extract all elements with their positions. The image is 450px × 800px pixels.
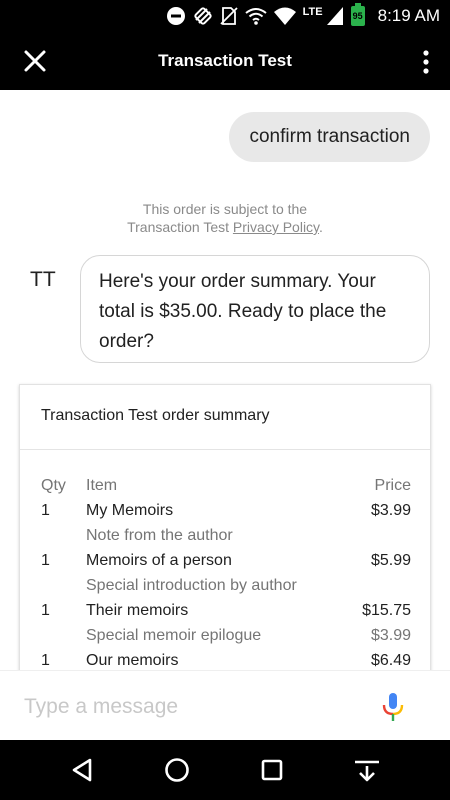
row-qty: 1 bbox=[41, 652, 50, 669]
disclaimer-suffix: . bbox=[319, 219, 323, 235]
signal-icon bbox=[326, 7, 343, 25]
price-column-header: Price bbox=[374, 477, 411, 494]
order-table: Qty Item Price 1 My Memoirs $3.99 Note f… bbox=[20, 473, 432, 670]
privacy-policy-link[interactable]: Privacy Policy bbox=[233, 219, 319, 235]
home-icon[interactable] bbox=[162, 755, 192, 785]
mic-icon[interactable] bbox=[378, 691, 408, 723]
order-summary-title: Transaction Test order summary bbox=[41, 407, 270, 424]
app-bar: Transaction Test bbox=[0, 32, 450, 90]
bot-message-bubble: Here's your order summary. Your total is… bbox=[80, 255, 430, 363]
row-item: Our memoirs bbox=[86, 652, 179, 669]
battery-icon: 95 bbox=[350, 3, 365, 26]
bot-avatar: TT bbox=[30, 268, 56, 291]
no-sim-icon bbox=[220, 7, 238, 25]
row-item: My Memoirs bbox=[86, 502, 174, 519]
network-type-label: LTE bbox=[302, 5, 323, 18]
back-icon[interactable] bbox=[68, 755, 98, 785]
wifi-icon bbox=[273, 7, 296, 25]
item-column-header: Item bbox=[86, 477, 118, 494]
disclaimer-line-2: Transaction Test Privacy Policy. bbox=[0, 218, 450, 236]
order-summary-card: Transaction Test order summary Qty Item … bbox=[19, 384, 431, 670]
user-message-bubble: confirm transaction bbox=[229, 112, 430, 162]
disclaimer-prefix: Transaction Test bbox=[127, 219, 233, 235]
table-row: Special memoir epilogue $3.99 bbox=[20, 623, 432, 648]
more-vert-icon[interactable] bbox=[420, 49, 432, 75]
row-price: $5.99 bbox=[370, 552, 411, 569]
row-item: Memoirs of a person bbox=[86, 552, 232, 569]
battery-level: 95 bbox=[352, 11, 363, 21]
row-item: Note from the author bbox=[86, 527, 233, 544]
row-price: $6.49 bbox=[370, 652, 411, 669]
message-input[interactable] bbox=[24, 689, 354, 725]
row-item: Special memoir epilogue bbox=[86, 627, 262, 644]
row-price: $3.99 bbox=[370, 502, 411, 519]
card-divider bbox=[20, 449, 430, 450]
privacy-disclaimer: This order is subject to the Transaction… bbox=[0, 200, 450, 236]
message-composer bbox=[0, 670, 450, 740]
row-price: $3.99 bbox=[370, 627, 411, 644]
table-row: Special introduction by author bbox=[20, 573, 432, 598]
row-item: Special introduction by author bbox=[86, 577, 297, 594]
table-row: Note from the author bbox=[20, 523, 432, 548]
table-row: 1 Our memoirs $6.49 bbox=[20, 648, 432, 670]
row-item: Their memoirs bbox=[86, 602, 189, 619]
row-qty: 1 bbox=[41, 552, 50, 569]
disclaimer-line-1: This order is subject to the bbox=[142, 201, 308, 217]
chat-area[interactable]: confirm transaction This order is subjec… bbox=[0, 90, 450, 670]
row-price: $15.75 bbox=[362, 602, 411, 619]
recents-icon[interactable] bbox=[257, 755, 287, 785]
sync-icon bbox=[193, 7, 212, 25]
app-title: Transaction Test bbox=[158, 51, 292, 70]
dnd-icon bbox=[166, 7, 185, 25]
table-header-row: Qty Item Price bbox=[20, 473, 432, 498]
status-bar: LTE 95 8:19 AM bbox=[0, 0, 450, 32]
table-row: 1 Memoirs of a person $5.99 bbox=[20, 548, 432, 573]
row-qty: 1 bbox=[41, 602, 50, 619]
status-time: 8:19 AM bbox=[377, 6, 440, 25]
wifi-calling-icon bbox=[245, 8, 267, 25]
row-qty: 1 bbox=[41, 502, 50, 519]
table-row: 1 My Memoirs $3.99 bbox=[20, 498, 432, 523]
navigation-bar bbox=[0, 740, 450, 800]
table-row: 1 Their memoirs $15.75 bbox=[20, 598, 432, 623]
qty-column-header: Qty bbox=[41, 477, 66, 494]
keyboard-hide-icon[interactable] bbox=[352, 755, 382, 785]
